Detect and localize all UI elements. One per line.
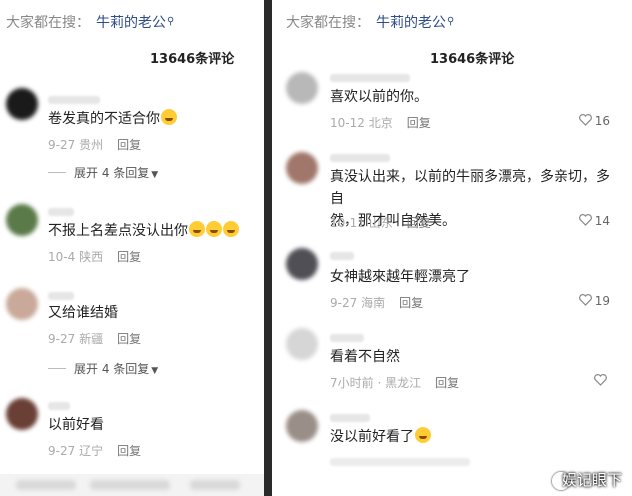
laughing-emoji-icon bbox=[223, 221, 239, 237]
avatar[interactable] bbox=[6, 204, 38, 236]
search-suggestion-bar[interactable]: 大家都在搜： 牛莉的老公⚲ bbox=[6, 12, 174, 32]
chevron-down-icon: ▼ bbox=[151, 366, 159, 376]
laughing-emoji-icon bbox=[206, 221, 222, 237]
heart-icon bbox=[578, 114, 592, 126]
reply-button[interactable]: 回复 bbox=[399, 296, 423, 310]
search-icon: ⚲ bbox=[447, 16, 455, 27]
expand-replies-button[interactable]: 展开 4 条回复 ▼ bbox=[48, 360, 158, 377]
laughing-emoji-icon bbox=[161, 109, 177, 125]
comment-text: 不报上名差点没认出你 bbox=[48, 220, 239, 242]
comment-meta: 9-27 新疆 回复 bbox=[48, 332, 142, 346]
avatar[interactable] bbox=[286, 152, 318, 184]
like-button[interactable] bbox=[594, 374, 610, 388]
heart-icon bbox=[578, 294, 592, 306]
comment-meta: 9-27 辽宁 回复 bbox=[48, 444, 142, 458]
comment-meta: 10-4 陕西 回复 bbox=[48, 250, 142, 264]
comment-meta-blurred bbox=[330, 458, 470, 466]
search-prefix: 大家都在搜： bbox=[6, 15, 90, 31]
heart-icon bbox=[594, 374, 607, 386]
comment-text: 女神越來越年輕漂亮了 bbox=[330, 269, 470, 285]
reply-button[interactable]: 回复 bbox=[407, 116, 431, 130]
comment-input-bar[interactable] bbox=[0, 474, 264, 496]
comment-meta: 9-27 海南 回复 bbox=[330, 296, 424, 310]
comment-text: 喜欢以前的你。 bbox=[330, 89, 428, 105]
search-keyword-link[interactable]: 牛莉的老公⚲ bbox=[376, 15, 454, 31]
comment-text: 没以前好看了 bbox=[330, 426, 431, 448]
avatar[interactable] bbox=[6, 288, 38, 320]
avatar[interactable] bbox=[6, 88, 38, 120]
username[interactable] bbox=[330, 334, 364, 342]
comment-text: 又给谁结婚 bbox=[48, 305, 118, 321]
comment-count: 13646条评论 bbox=[430, 52, 515, 67]
left-comment-panel: 大家都在搜： 牛莉的老公⚲ 13646条评论 卷发真的不适合你 9-27 贵州 回复… bbox=[0, 0, 264, 496]
comment-meta: 9-27 贵州 回复 bbox=[48, 138, 142, 152]
like-button[interactable]: 14 bbox=[578, 214, 610, 228]
like-button[interactable]: 16 bbox=[578, 114, 610, 128]
heart-icon bbox=[578, 214, 592, 226]
laughing-emoji-icon bbox=[415, 427, 431, 443]
reply-button[interactable]: 回复 bbox=[117, 444, 141, 458]
expand-replies-button[interactable]: 展开 4 条回复 ▼ bbox=[48, 164, 158, 181]
reply-button[interactable]: 回复 bbox=[117, 138, 141, 152]
reply-button[interactable]: 回复 bbox=[117, 250, 141, 264]
search-keyword-link[interactable]: 牛莉的老公⚲ bbox=[96, 15, 174, 31]
search-suggestion-bar[interactable]: 大家都在搜： 牛莉的老公⚲ bbox=[286, 12, 454, 32]
comment-text: 以前好看 bbox=[48, 417, 104, 433]
avatar[interactable] bbox=[286, 410, 318, 442]
username[interactable] bbox=[48, 96, 100, 104]
watermark: 娱记眼下 bbox=[561, 471, 622, 489]
comment-count: 13646条评论 bbox=[150, 52, 235, 67]
comment-meta: 10-12 北京 回复 bbox=[330, 116, 431, 130]
reply-button[interactable]: 回复 bbox=[435, 376, 459, 390]
username[interactable] bbox=[330, 414, 370, 422]
avatar[interactable] bbox=[6, 398, 38, 430]
comment-meta: 7小时前 · 黑龙江 回复 bbox=[330, 376, 460, 390]
search-prefix: 大家都在搜： bbox=[286, 15, 370, 31]
reply-button[interactable]: 回复 bbox=[117, 332, 141, 346]
avatar[interactable] bbox=[286, 72, 318, 104]
username[interactable] bbox=[330, 154, 390, 162]
username[interactable] bbox=[330, 252, 354, 260]
username[interactable] bbox=[48, 402, 70, 410]
comment-text: 卷发真的不适合你 bbox=[48, 108, 177, 130]
comment-meta: 10-11 山东 回复 bbox=[330, 216, 431, 230]
comment-text: 看着不自然 bbox=[330, 349, 400, 365]
reply-button[interactable]: 回复 bbox=[407, 216, 431, 230]
search-icon: ⚲ bbox=[167, 16, 175, 27]
right-comment-panel: 大家都在搜： 牛莉的老公⚲ 13646条评论 喜欢以前的你。 10-12 北京 回复… bbox=[272, 0, 632, 496]
laughing-emoji-icon bbox=[189, 221, 205, 237]
like-button[interactable]: 19 bbox=[578, 294, 610, 308]
avatar[interactable] bbox=[286, 328, 318, 360]
chevron-down-icon: ▼ bbox=[151, 170, 159, 180]
avatar[interactable] bbox=[286, 248, 318, 280]
username[interactable] bbox=[330, 74, 410, 82]
username[interactable] bbox=[48, 292, 74, 300]
username[interactable] bbox=[48, 208, 74, 216]
